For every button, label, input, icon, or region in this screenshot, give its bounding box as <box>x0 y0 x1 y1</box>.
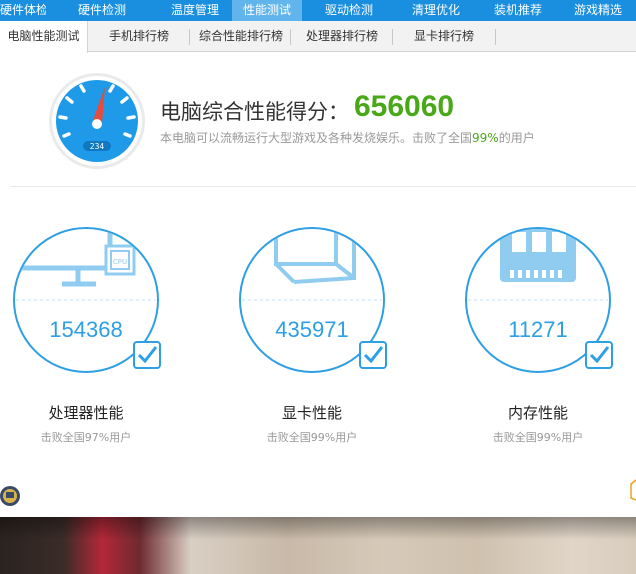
background-photo-shade <box>0 517 636 574</box>
sub-navigation: 电脑性能测试 手机排行榜 综合性能排行榜 处理器排行榜 显卡排行榜 <box>0 21 636 53</box>
gpu-label: 显卡性能 <box>281 404 342 422</box>
divider <box>10 186 636 187</box>
tab-cpu-ranking[interactable]: 处理器排行榜 <box>294 21 390 52</box>
memory-score: 11271 <box>508 317 568 342</box>
tab-cleanup[interactable]: 清理优化 <box>396 0 476 21</box>
tab-gpu-ranking[interactable]: 显卡排行榜 <box>396 21 492 52</box>
cpu-score: 154368 <box>49 317 123 342</box>
tab-separator <box>290 29 291 45</box>
memory-label: 内存性能 <box>507 404 568 422</box>
tab-driver-detect[interactable]: 驱动检测 <box>302 0 396 21</box>
tab-temperature[interactable]: 温度管理 <box>158 0 232 21</box>
tab-overall-ranking[interactable]: 综合性能排行榜 <box>192 21 290 52</box>
score-description: 本电脑可以流畅运行大型游戏及各种发烧娱乐。击败了全国99%的用户 <box>160 129 535 146</box>
tab-phone-ranking[interactable]: 手机排行榜 <box>96 21 182 52</box>
gpu-score: 435971 <box>275 317 349 342</box>
speedometer-icon: 234 <box>48 72 146 170</box>
tab-separator <box>495 29 496 45</box>
tab-separator <box>189 29 190 45</box>
tab-game-picks[interactable]: 游戏精选 <box>560 0 636 21</box>
side-tab-icon[interactable] <box>628 478 636 502</box>
tab-build-recommend[interactable]: 装机推荐 <box>476 0 560 21</box>
score-desc-suffix: 的用户 <box>498 131 535 145</box>
memory-percentile: 击败全国99%用户 <box>492 431 584 444</box>
tab-pc-performance-test[interactable]: 电脑性能测试 <box>0 21 88 53</box>
gpu-percentile: 击败全国99%用户 <box>266 431 358 444</box>
tab-hardware-detect[interactable]: 硬件检测 <box>46 0 158 21</box>
score-desc-percent: 99% <box>472 131 499 145</box>
top-navigation: 硬件体检 硬件检测 温度管理 性能测试 驱动检测 清理优化 装机推荐 游戏精选 <box>0 0 636 21</box>
cpu-chip-label: CPU <box>113 258 127 266</box>
score-title: 电脑综合性能得分： <box>160 100 349 124</box>
mascot-icon[interactable] <box>0 482 22 508</box>
cpu-label: 处理器性能 <box>48 404 124 422</box>
cpu-percentile: 击败全国97%用户 <box>40 431 132 444</box>
tab-performance-test[interactable]: 性能测试 <box>232 0 302 21</box>
score-value: 656060 <box>354 90 455 123</box>
gauge-number: 234 <box>90 142 105 151</box>
score-desc-prefix: 本电脑可以流畅运行大型游戏及各种发烧娱乐。击败了全国 <box>160 131 473 145</box>
tab-hardware-check[interactable]: 硬件体检 <box>0 0 46 21</box>
tab-separator <box>392 29 393 45</box>
